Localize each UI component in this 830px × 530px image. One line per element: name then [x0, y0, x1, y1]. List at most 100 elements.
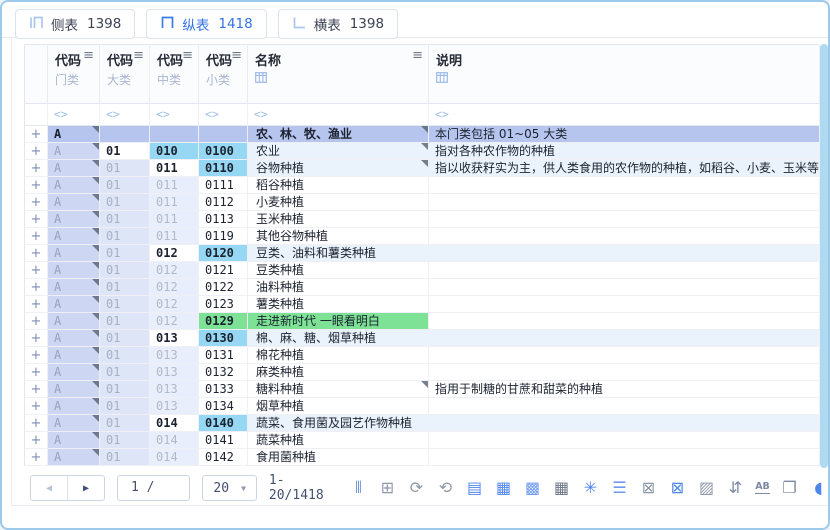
table-filled-icon[interactable]: ▦ [494, 480, 513, 496]
cell-code-xiaolei[interactable]: 0110 [199, 160, 248, 177]
cell-desc[interactable]: 指以收获籽实为主，供人类食用的农作物的种植，如稻谷、小麦、玉米等农作物 [429, 160, 820, 177]
cell-code-xiaolei[interactable]: 0112 [199, 194, 248, 211]
insert-column-icon[interactable]: ⊞ [378, 480, 397, 496]
column-header-code-menlei[interactable]: 代码 门类 ≡ [48, 44, 100, 104]
cell-name[interactable]: 油料种植 [248, 279, 429, 296]
cell-code-xiaolei[interactable]: 0131 [199, 347, 248, 364]
tab-side-table[interactable]: 侧表 1398 [15, 9, 136, 39]
cell-name[interactable]: 稻谷种植 [248, 177, 429, 194]
vertical-scrollbar[interactable] [820, 44, 828, 468]
cell-code-menlei[interactable]: A [48, 432, 100, 449]
cell-code-dalei[interactable]: 01 [100, 211, 150, 228]
cell-code-dalei[interactable]: 01 [100, 245, 150, 262]
cell-name[interactable]: 谷物种植 [248, 160, 429, 177]
cell-desc[interactable] [429, 279, 820, 296]
cell-code-zhonglei[interactable]: 014 [150, 449, 199, 466]
column-menu-icon[interactable]: ≡ [412, 49, 423, 62]
column-menu-icon[interactable]: ≡ [133, 49, 144, 62]
cell-code-dalei[interactable]: 01 [100, 347, 150, 364]
expand-row-button[interactable]: + [24, 381, 48, 398]
refresh-icon[interactable]: ⟳ [407, 480, 426, 496]
tree-list-icon[interactable]: ☰ [610, 480, 629, 496]
expand-row-button[interactable]: + [24, 143, 48, 160]
cell-code-dalei[interactable]: 01 [100, 432, 150, 449]
cell-code-xiaolei[interactable]: 0134 [199, 398, 248, 415]
cell-code-menlei[interactable]: A [48, 381, 100, 398]
cell-code-menlei[interactable]: A [48, 143, 100, 160]
tab-vertical-table[interactable]: 纵表 1418 [146, 9, 267, 39]
cell-desc[interactable] [429, 347, 820, 364]
cell-name[interactable]: 玉米种植 [248, 211, 429, 228]
filter-cell-code-xiaolei[interactable]: <> [199, 104, 248, 126]
cell-code-zhonglei[interactable]: 011 [150, 160, 199, 177]
cell-code-menlei[interactable]: A [48, 211, 100, 228]
cell-desc[interactable] [429, 313, 820, 330]
cell-name[interactable]: 豆类、油料和薯类种植 [248, 245, 429, 262]
cell-code-zhonglei[interactable]: 011 [150, 194, 199, 211]
cell-code-dalei[interactable]: 01 [100, 262, 150, 279]
expand-row-button[interactable]: + [24, 347, 48, 364]
cell-code-dalei[interactable]: 01 [100, 398, 150, 415]
cell-code-dalei[interactable]: 01 [100, 177, 150, 194]
cell-code-dalei[interactable]: 01 [100, 381, 150, 398]
cell-desc[interactable]: 指用于制糖的甘蔗和甜菜的种植 [429, 381, 820, 398]
page-size-select[interactable]: 20 ▼ [202, 475, 257, 501]
column-header-code-dalei[interactable]: 代码 大类 ≡ [100, 44, 150, 104]
filter-cell-name[interactable]: <> [248, 104, 429, 126]
cell-code-xiaolei[interactable]: 0113 [199, 211, 248, 228]
cell-code-zhonglei[interactable]: 012 [150, 279, 199, 296]
expand-row-button[interactable]: + [24, 398, 48, 415]
layout-header-icon[interactable]: ▤ [465, 480, 484, 496]
cell-code-xiaolei[interactable]: 0120 [199, 245, 248, 262]
cell-code-menlei[interactable]: A [48, 194, 100, 211]
cell-desc[interactable] [429, 262, 820, 279]
cell-code-dalei[interactable] [100, 126, 150, 143]
cell-name[interactable]: 糖料种植 [248, 381, 429, 398]
cell-code-zhonglei[interactable]: 012 [150, 296, 199, 313]
pattern-box-icon[interactable]: ▨ [697, 480, 716, 496]
cell-code-dalei[interactable]: 01 [100, 143, 150, 160]
cell-code-zhonglei[interactable]: 013 [150, 381, 199, 398]
cell-code-menlei[interactable]: A [48, 330, 100, 347]
cell-code-dalei[interactable]: 01 [100, 415, 150, 432]
cell-code-xiaolei[interactable]: 0123 [199, 296, 248, 313]
column-header-name[interactable]: 名称 ≡ [248, 44, 429, 104]
expand-row-button[interactable]: + [24, 177, 48, 194]
ab-label-icon[interactable]: AB [755, 482, 770, 495]
row-order-icon[interactable]: ⇵ [726, 480, 745, 496]
cell-desc[interactable]: 指对各种农作物的种植 [429, 143, 820, 160]
column-menu-icon[interactable]: ≡ [231, 49, 242, 62]
cell-code-dalei[interactable]: 01 [100, 296, 150, 313]
cell-code-xiaolei[interactable]: 0132 [199, 364, 248, 381]
cell-code-menlei[interactable]: A [48, 398, 100, 415]
cell-code-zhonglei[interactable]: 013 [150, 330, 199, 347]
cell-code-dalei[interactable]: 01 [100, 194, 150, 211]
column-header-code-zhonglei[interactable]: 代码 中类 ≡ [150, 44, 199, 104]
cell-code-dalei[interactable]: 01 [100, 364, 150, 381]
cell-name[interactable]: 小麦种植 [248, 194, 429, 211]
cell-code-xiaolei[interactable]: 0129 [199, 313, 248, 330]
expand-row-button[interactable]: + [24, 296, 48, 313]
cell-name[interactable]: 农业 [248, 143, 429, 160]
next-page-button[interactable]: ▶ [68, 476, 104, 500]
expand-row-button[interactable]: + [24, 160, 48, 177]
expand-row-button[interactable]: + [24, 194, 48, 211]
cell-name[interactable]: 麻类种植 [248, 364, 429, 381]
cell-code-dalei[interactable]: 01 [100, 279, 150, 296]
expand-row-button[interactable]: + [24, 330, 48, 347]
expand-row-button[interactable]: + [24, 262, 48, 279]
cell-code-menlei[interactable]: A [48, 415, 100, 432]
cell-code-dalei[interactable]: 01 [100, 449, 150, 466]
sync-icon[interactable]: ⟲ [436, 480, 455, 496]
cell-desc[interactable] [429, 398, 820, 415]
cell-name[interactable]: 其他谷物种植 [248, 228, 429, 245]
cell-code-menlei[interactable]: A [48, 126, 100, 143]
cell-desc[interactable] [429, 245, 820, 262]
cell-name[interactable]: 农、林、牧、渔业 [248, 126, 429, 143]
tab-horizontal-table[interactable]: 横表 1398 [277, 9, 399, 39]
cell-desc[interactable] [429, 449, 820, 466]
cell-code-zhonglei[interactable]: 013 [150, 398, 199, 415]
cell-name[interactable]: 蔬菜、食用菌及园艺作物种植 [248, 415, 429, 432]
cell-desc[interactable] [429, 296, 820, 313]
cell-code-zhonglei[interactable]: 014 [150, 415, 199, 432]
